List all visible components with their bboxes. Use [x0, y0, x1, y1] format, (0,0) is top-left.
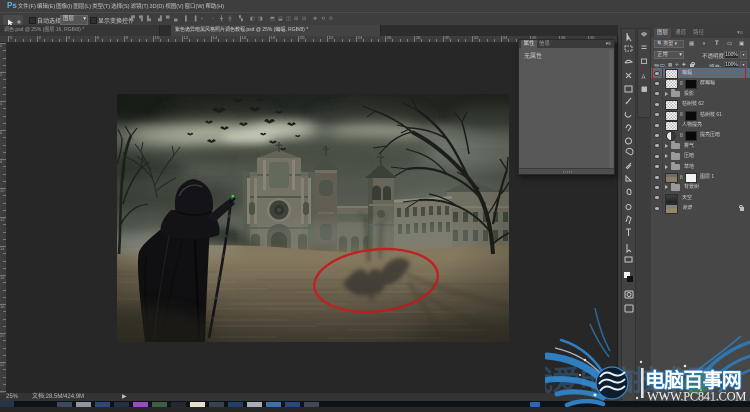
svg-text:A: A	[642, 75, 646, 81]
